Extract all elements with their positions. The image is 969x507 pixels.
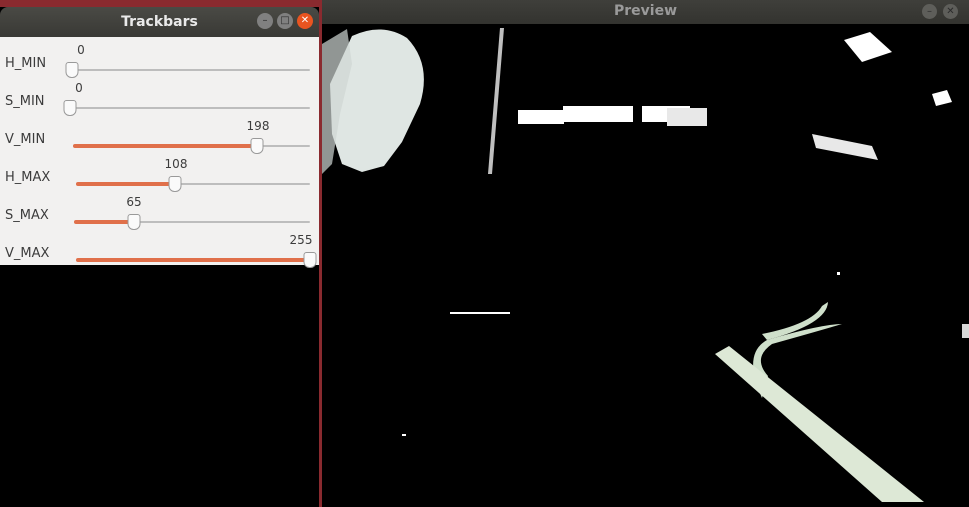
trackbar-label: V_MAX bbox=[5, 246, 50, 261]
close-icon[interactable]: ✕ bbox=[943, 4, 958, 19]
trackbar-value: 0 bbox=[75, 81, 83, 95]
trackbars-panel: H_MIN 0 S_MIN 0 V_MIN 198 H_MAX 108 S_MA… bbox=[0, 37, 319, 268]
preview-title: Preview bbox=[613, 3, 677, 19]
mask-window-4 bbox=[667, 108, 707, 126]
trackbar-s-min: S_MIN 0 bbox=[0, 81, 319, 121]
mask-speck bbox=[837, 272, 840, 275]
trackbar-slider[interactable] bbox=[76, 176, 310, 192]
trackbar-h-max: H_MAX 108 bbox=[0, 157, 319, 197]
trackbar-handle[interactable] bbox=[168, 176, 182, 192]
trackbar-v-min: V_MIN 198 bbox=[0, 119, 319, 159]
mask-window-1 bbox=[518, 110, 564, 124]
preview-window: Preview – ✕ bbox=[322, 0, 969, 507]
minimize-icon[interactable]: – bbox=[257, 13, 273, 29]
trackbar-handle[interactable] bbox=[250, 138, 264, 154]
trackbar-fill bbox=[76, 182, 176, 186]
trackbar-handle[interactable] bbox=[63, 100, 77, 116]
trackbars-titlebar[interactable]: Trackbars – □ ✕ bbox=[0, 7, 319, 37]
trackbar-fill bbox=[74, 220, 135, 224]
minimize-icon[interactable]: – bbox=[922, 4, 937, 19]
trackbar-label: S_MIN bbox=[5, 94, 45, 109]
trackbar-label: S_MAX bbox=[5, 208, 49, 223]
close-icon[interactable]: ✕ bbox=[297, 13, 313, 29]
mask-speck bbox=[402, 434, 406, 436]
trackbar-label: H_MAX bbox=[5, 170, 51, 185]
trackbar-s-max: S_MAX 65 bbox=[0, 195, 319, 235]
trackbar-handle[interactable] bbox=[65, 62, 79, 78]
trackbar-slider[interactable] bbox=[63, 100, 310, 116]
trackbar-fill bbox=[73, 144, 257, 148]
trackbar-value: 108 bbox=[164, 157, 188, 171]
trackbar-label: H_MIN bbox=[5, 56, 47, 71]
trackbar-slider[interactable] bbox=[76, 252, 317, 268]
trackbar-label: V_MIN bbox=[5, 132, 46, 147]
trackbar-value: 65 bbox=[126, 195, 142, 209]
mask-edge-right bbox=[962, 324, 969, 338]
trackbar-handle[interactable] bbox=[127, 214, 141, 230]
trackbar-handle[interactable] bbox=[303, 252, 317, 268]
preview-mask-image bbox=[322, 24, 969, 507]
trackbar-slider[interactable] bbox=[65, 62, 310, 78]
maximize-icon[interactable]: □ bbox=[277, 13, 293, 29]
trackbar-value: 198 bbox=[246, 119, 270, 133]
trackbar-v-max: V_MAX 255 bbox=[0, 233, 319, 273]
mask-window-2 bbox=[563, 106, 633, 122]
preview-titlebar[interactable]: Preview – ✕ bbox=[322, 0, 969, 24]
trackbar-slider[interactable] bbox=[73, 138, 310, 154]
trackbar-fill bbox=[76, 258, 310, 262]
trackbars-window: Trackbars – □ ✕ H_MIN 0 S_MIN 0 V_MIN 19… bbox=[0, 7, 322, 507]
trackbar-slider[interactable] bbox=[74, 214, 310, 230]
trackbar-h-min: H_MIN 0 bbox=[0, 43, 319, 83]
trackbar-value: 255 bbox=[289, 233, 313, 247]
trackbar-value: 0 bbox=[77, 43, 85, 57]
mask-mark-left bbox=[450, 312, 510, 314]
